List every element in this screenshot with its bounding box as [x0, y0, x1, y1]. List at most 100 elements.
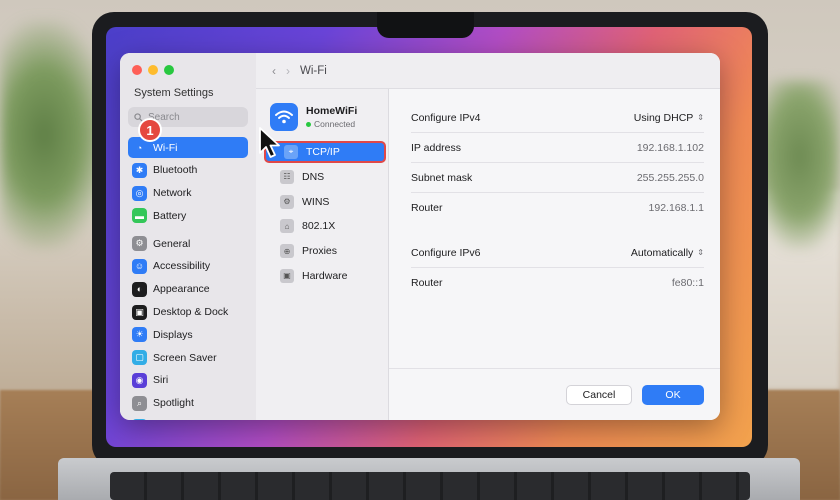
setting-row: IP address 192.168.1.102	[411, 133, 704, 163]
close-window-button[interactable]	[132, 65, 142, 75]
setting-label: Router	[411, 202, 443, 214]
sidebar-item-battery[interactable]: ▬ Battery	[128, 205, 248, 226]
tab-label: 802.1X	[302, 220, 336, 233]
dock-icon: ▣	[132, 304, 147, 320]
sidebar-item-label: Spotlight	[153, 397, 194, 410]
setting-value: fe80::1	[671, 277, 704, 289]
minimize-window-button[interactable]	[148, 65, 158, 75]
setting-label: Configure IPv4	[411, 111, 481, 124]
setting-value: 192.168.1.1	[648, 202, 704, 214]
sidebar-item-label: Network	[153, 187, 192, 200]
setting-value: 192.168.1.102	[636, 141, 704, 154]
setting-label: Router	[411, 277, 443, 289]
sidebar-item-screen-saver[interactable]: ▢ Screen Saver	[128, 347, 248, 368]
displays-icon: ☀	[132, 327, 147, 343]
sidebar-item-general[interactable]: ⚙ General	[128, 233, 248, 254]
tab-label: TCP/IP	[306, 146, 340, 158]
settings-sidebar: System Settings ◔ Wi-Fi ✱ Bluetooth ◎ Network…	[120, 53, 256, 420]
sidebar-item-displays[interactable]: ☀ Displays	[128, 324, 248, 345]
sidebar-item-label: Accessibility	[153, 260, 211, 273]
accessibility-icon: ☺	[132, 258, 147, 274]
ipv6-group: Configure IPv6 Automatically ⇕Router fe80::…	[411, 238, 704, 298]
network-detail-nav: HomeWiFi Connected ⌖ TCP/IP ☷ DNS ⚙ WINS ⌂ 802.…	[256, 53, 389, 420]
sidebar-item-accessibility[interactable]: ☺ Accessibility	[128, 256, 248, 277]
cancel-button[interactable]: Cancel	[566, 384, 632, 405]
setting-label: Configure IPv6	[411, 246, 481, 259]
setting-row[interactable]: Configure IPv6 Automatically ⇕	[411, 238, 704, 268]
search-input[interactable]	[148, 111, 238, 123]
app-title: System Settings	[134, 87, 214, 99]
mouse-pointer-icon	[259, 127, 280, 158]
settings-window: System Settings ◔ Wi-Fi ✱ Bluetooth ◎ Network…	[120, 53, 720, 420]
gear-icon: ⚙	[132, 236, 147, 252]
sidebar-item-label: Bluetooth	[153, 164, 198, 177]
page-title: Wi-Fi	[300, 64, 327, 77]
setting-row[interactable]: Configure IPv4 Using DHCP ⇕	[411, 103, 704, 133]
network-name: HomeWiFi	[306, 105, 358, 117]
window-controls	[132, 65, 248, 75]
ipv4-group: Configure IPv4 Using DHCP ⇕ IP address 192.1…	[411, 103, 704, 223]
siri-icon: ◉	[132, 372, 147, 388]
setting-value: 255.255.255.0	[636, 171, 704, 184]
configure-select[interactable]: Automatically ⇕	[631, 247, 704, 259]
select-value: Using DHCP	[633, 111, 694, 124]
laptop-keyboard	[110, 472, 750, 500]
sidebar-item-siri[interactable]: ◉ Siri	[128, 370, 248, 391]
screen-saver-icon: ▢	[132, 350, 147, 366]
tab-802-1x[interactable]: ⌂ 802.1X	[262, 215, 382, 237]
sidebar-item-appearance[interactable]: ◐ Appearance	[128, 279, 248, 300]
tab-label: Proxies	[302, 245, 338, 258]
chevron-updown-icon: ⇕	[697, 113, 704, 122]
sidebar-item-label: Battery	[153, 209, 187, 222]
sidebar-item-label: Screen Saver	[153, 351, 217, 364]
lock-icon: ⌂	[280, 219, 294, 234]
setting-row: Subnet mask 255.255.255.0	[411, 163, 704, 193]
sidebar-item-label: Desktop & Dock	[153, 306, 229, 319]
setting-label: IP address	[411, 141, 462, 154]
sidebar-item-label: Displays	[153, 328, 193, 341]
chevron-right-icon[interactable]: ›	[286, 64, 290, 78]
bluetooth-icon: ✱	[132, 162, 147, 178]
tcpip-detail-pane: Configure IPv4 Using DHCP ⇕ IP address 192.1…	[389, 53, 720, 420]
globe-icon: ◎	[132, 185, 147, 201]
select-value: Automatically	[630, 246, 694, 259]
camera-notch	[377, 12, 474, 38]
chevron-updown-icon: ⇕	[697, 248, 704, 257]
tab-proxies[interactable]: ⊕ Proxies	[262, 240, 382, 262]
sidebar-item-desktop-dock[interactable]: ▣ Desktop & Dock	[128, 302, 248, 323]
sidebar-list: ◔ Wi-Fi ✱ Bluetooth ◎ Network ▬ Battery ⚙ General…	[128, 137, 248, 420]
ok-button[interactable]: OK	[642, 384, 704, 405]
zoom-window-button[interactable]	[164, 65, 174, 75]
appearance-icon: ◐	[132, 281, 147, 297]
tab-dns[interactable]: ☷ DNS	[262, 166, 382, 188]
setting-row: Router fe80::1	[411, 268, 704, 298]
dns-icon: ☷	[280, 169, 294, 184]
spotlight-icon: ⌕	[132, 395, 147, 411]
tab-label: DNS	[302, 170, 325, 183]
setting-label: Subnet mask	[411, 171, 473, 184]
tab-hardware[interactable]: ▣ Hardware	[262, 265, 382, 287]
sidebar-item-spotlight[interactable]: ⌕ Spotlight	[128, 393, 248, 414]
sidebar-item-bluetooth[interactable]: ✱ Bluetooth	[128, 160, 248, 181]
configure-select[interactable]: Using DHCP ⇕	[634, 112, 704, 124]
step-badge: 1	[138, 118, 162, 142]
proxies-icon: ⊕	[280, 244, 294, 259]
sidebar-item-label: Appearance	[153, 283, 210, 296]
network-status-label: Connected	[314, 119, 356, 129]
wifi-icon: ◔	[136, 142, 143, 153]
wins-icon: ⚙	[280, 194, 294, 209]
sidebar-item-label: Wi-Fi	[153, 141, 178, 154]
sidebar-item-network[interactable]: ◎ Network	[128, 183, 248, 204]
sidebar-item-label: Siri	[153, 374, 169, 387]
tab-wins[interactable]: ⚙ WINS	[262, 191, 382, 213]
status-dot-icon	[306, 121, 311, 127]
network-tabs: ⌖ TCP/IP ☷ DNS ⚙ WINS ⌂ 802.1X ⊕ Proxies ▣ Hardware	[256, 141, 388, 287]
tab-label: Hardware	[302, 269, 348, 282]
wallpaper-icon: ❀	[132, 418, 147, 420]
tcpip-icon: ⌖	[284, 145, 298, 159]
battery-icon: ▬	[132, 208, 147, 224]
sidebar-item-wallpaper[interactable]: ❀Wallpaper	[128, 416, 248, 420]
laptop-screen: System Settings ◔ Wi-Fi ✱ Bluetooth ◎ Network…	[106, 27, 752, 447]
setting-row: Router 192.168.1.1	[411, 193, 704, 223]
chevron-left-icon[interactable]: ‹	[272, 64, 276, 78]
